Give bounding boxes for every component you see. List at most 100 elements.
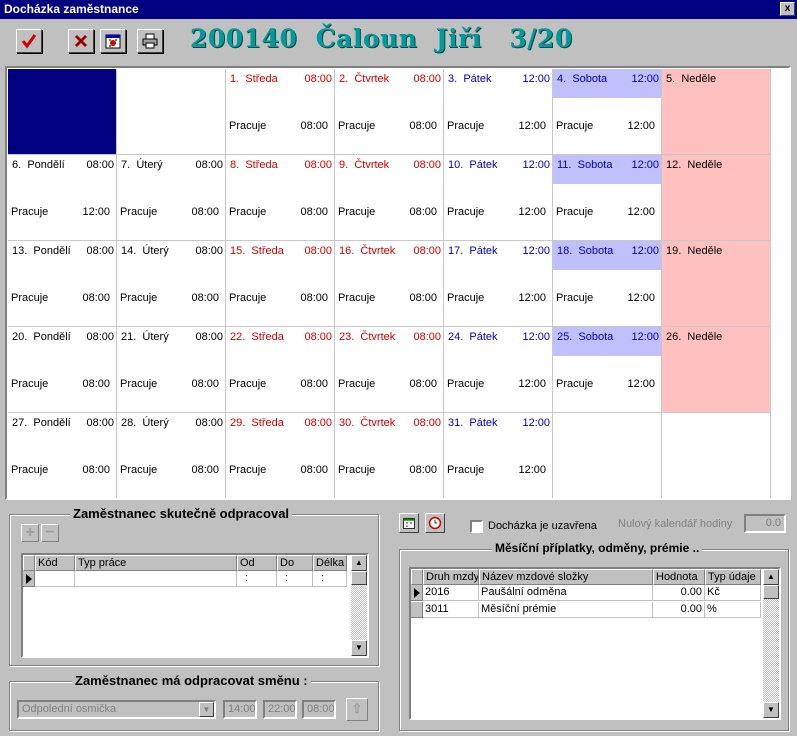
print-button[interactable] — [137, 29, 163, 53]
calendar-day-header: 20. Pondělí 08:00 — [8, 327, 116, 356]
scroll-down-icon[interactable]: ▼ — [763, 702, 779, 718]
day-name: Pondělí — [33, 331, 71, 343]
shift-length-field[interactable]: 08:00 — [302, 700, 336, 719]
add-row-button[interactable]: + — [21, 524, 39, 542]
scroll-down-icon[interactable]: ▼ — [351, 640, 367, 656]
calendar-day-cell[interactable]: 25. Sobota 12:00 Pracuje 12:00 — [553, 327, 662, 413]
attendance-closed-checkbox[interactable] — [470, 520, 483, 533]
calendar-day-cell[interactable]: 1. Středa 08:00 Pracuje 08:00 — [226, 69, 335, 155]
calendar-day-cell[interactable]: 7. Úterý 08:00 Pracuje 08:00 — [117, 155, 226, 241]
calendar-day-header: 25. Sobota 12:00 — [553, 327, 661, 356]
cell-kod[interactable] — [35, 571, 75, 587]
table-row[interactable]: 2016 Paušální odměna 0.00 Kč — [411, 585, 761, 601]
col-typ-udaje[interactable]: Typ údaje — [705, 569, 761, 585]
calendar-day-cell[interactable]: 9. Čtvrtek 08:00 Pracuje 08:00 — [335, 155, 444, 241]
cell-do[interactable]: : — [277, 571, 313, 587]
calendar-day-cell[interactable]: 20. Pondělí 08:00 Pracuje 08:00 — [8, 327, 117, 413]
table-row[interactable]: 3011 Měsíční prémie 0.00 % — [411, 602, 761, 618]
col-delka[interactable]: Délka — [313, 555, 347, 571]
day-shift-hours: 08:00 — [191, 378, 219, 390]
col-typ-prace[interactable]: Typ práce — [75, 555, 237, 571]
col-druh-mzdy[interactable]: Druh mzdy — [423, 569, 479, 585]
worked-scrollbar[interactable]: ▲ ▼ — [351, 555, 367, 656]
col-od[interactable]: Od — [237, 555, 277, 571]
row-indicator — [411, 585, 423, 601]
day-shift-hours: 12:00 — [627, 292, 655, 304]
calendar-day-cell[interactable]: 19. Neděle — [662, 241, 771, 327]
bonuses-group-title: Měsíční příplatky, odměny, prémie .. — [492, 541, 703, 555]
calendar-day-cell[interactable]: 28. Úterý 08:00 Pracuje 08:00 — [117, 413, 226, 498]
cell-typ-udaje[interactable]: Kč — [705, 585, 761, 601]
cell-typ-prace[interactable] — [75, 571, 237, 587]
attendance-calendar-button[interactable] — [399, 513, 419, 533]
day-hours: 08:00 — [86, 159, 114, 171]
calendar-day-header: 14. Úterý 08:00 — [117, 241, 225, 270]
day-label: 9. Čtvrtek — [339, 159, 389, 171]
clock-icon — [428, 516, 442, 530]
calendar-day-cell[interactable]: 2. Čtvrtek 08:00 Pracuje 08:00 — [335, 69, 444, 155]
scroll-up-icon[interactable]: ▲ — [763, 569, 779, 585]
chevron-down-icon[interactable]: ▼ — [199, 702, 214, 717]
calendar-day-cell[interactable]: 22. Středa 08:00 Pracuje 08:00 — [226, 327, 335, 413]
shift-from-field[interactable]: 14:00 — [223, 700, 257, 719]
calendar-day-cell[interactable]: 18. Sobota 12:00 Pracuje 12:00 — [553, 241, 662, 327]
calendar-day-cell[interactable]: 24. Pátek 12:00 Pracuje 12:00 — [444, 327, 553, 413]
col-hodnota[interactable]: Hodnota — [653, 569, 705, 585]
cell-typ-udaje[interactable]: % — [705, 602, 761, 618]
calendar-day-cell[interactable]: 29. Středa 08:00 Pracuje 08:00 — [226, 413, 335, 498]
calendar-day-cell[interactable]: 14. Úterý 08:00 Pracuje 08:00 — [117, 241, 226, 327]
calendar-day-cell[interactable]: 26. Neděle — [662, 327, 771, 413]
shift-select[interactable]: Odpolední osmička ▼ — [17, 700, 216, 719]
day-shift-hours: 08:00 — [409, 206, 437, 218]
bonuses-scrollbar[interactable]: ▲ ▼ — [763, 569, 779, 718]
calendar-day-cell[interactable]: 23. Čtvrtek 08:00 Pracuje 08:00 — [335, 327, 444, 413]
apply-shift-button[interactable]: ⇧ — [346, 698, 368, 721]
calendar-day-header: 6. Pondělí 08:00 — [8, 155, 116, 184]
day-number: 16. — [339, 245, 355, 257]
close-button[interactable]: x — [780, 2, 795, 16]
calendar-day-cell[interactable]: 4. Sobota 12:00 Pracuje 12:00 — [553, 69, 662, 155]
zero-calendar-field[interactable]: 0.0 — [744, 514, 786, 533]
cell-nazev[interactable]: Měsíční prémie — [479, 602, 653, 618]
cell-druh-mzdy[interactable]: 3011 — [423, 602, 479, 618]
scroll-thumb[interactable] — [763, 585, 779, 599]
cell-nazev[interactable]: Paušální odměna — [479, 585, 653, 601]
cell-druh-mzdy[interactable]: 2016 — [423, 585, 479, 601]
calendar-day-header: 23. Čtvrtek 08:00 — [335, 327, 443, 356]
calendar-day-cell[interactable]: 30. Čtvrtek 08:00 Pracuje 08:00 — [335, 413, 444, 498]
calendar-day-cell[interactable]: 21. Úterý 08:00 Pracuje 08:00 — [117, 327, 226, 413]
attendance-closed-label: Docházka je uzavřena — [488, 520, 597, 532]
calendar-day-cell[interactable]: 27. Pondělí 08:00 Pracuje 08:00 — [8, 413, 117, 498]
col-nazev-mzdove-slozky[interactable]: Název mzdové složky — [479, 569, 653, 585]
calendar-day-cell[interactable]: 10. Pátek 12:00 Pracuje 12:00 — [444, 155, 553, 241]
day-status: Pracuje — [120, 292, 158, 304]
calendar-day-cell[interactable]: 12. Neděle — [662, 155, 771, 241]
cell-hodnota[interactable]: 0.00 — [653, 602, 705, 618]
remove-row-button[interactable]: − — [41, 524, 59, 542]
attendance-calendar: 1. Středa 08:00 Pracuje 08:00 2. Čtvrtek 08:0… — [5, 66, 791, 500]
calendar-day-cell[interactable]: 11. Sobota 12:00 Pracuje 12:00 — [553, 155, 662, 241]
col-kod[interactable]: Kód — [35, 555, 75, 571]
calendar-button[interactable] — [100, 29, 126, 53]
calendar-day-cell[interactable]: 31. Pátek 12:00 Pracuje 12:00 — [444, 413, 553, 498]
calendar-day-cell[interactable]: 5. Neděle — [662, 69, 771, 155]
confirm-button[interactable] — [16, 29, 42, 53]
col-do[interactable]: Do — [277, 555, 313, 571]
calendar-day-cell[interactable]: 15. Středa 08:00 Pracuje 08:00 — [226, 241, 335, 327]
calendar-day-cell[interactable]: 13. Pondělí 08:00 Pracuje 08:00 — [8, 241, 117, 327]
shift-to-field[interactable]: 22:00 — [263, 700, 297, 719]
calendar-day-cell[interactable]: 17. Pátek 12:00 Pracuje 12:00 — [444, 241, 553, 327]
cell-delka[interactable]: : — [313, 571, 347, 587]
attendance-clock-button[interactable] — [425, 513, 445, 533]
scroll-up-icon[interactable]: ▲ — [351, 555, 367, 571]
calendar-day-cell[interactable]: 16. Čtvrtek 08:00 Pracuje 08:00 — [335, 241, 444, 327]
cancel-button[interactable] — [68, 29, 94, 53]
day-shift-hours: 12:00 — [627, 120, 655, 132]
scroll-thumb[interactable] — [351, 571, 367, 585]
cell-hodnota[interactable]: 0.00 — [653, 585, 705, 601]
calendar-day-cell[interactable]: 8. Středa 08:00 Pracuje 08:00 — [226, 155, 335, 241]
cell-od[interactable]: : — [237, 571, 277, 587]
calendar-day-cell[interactable]: 3. Pátek 12:00 Pracuje 12:00 — [444, 69, 553, 155]
table-row[interactable]: : : : — [23, 571, 347, 587]
calendar-day-cell[interactable]: 6. Pondělí 08:00 Pracuje 12:00 — [8, 155, 117, 241]
